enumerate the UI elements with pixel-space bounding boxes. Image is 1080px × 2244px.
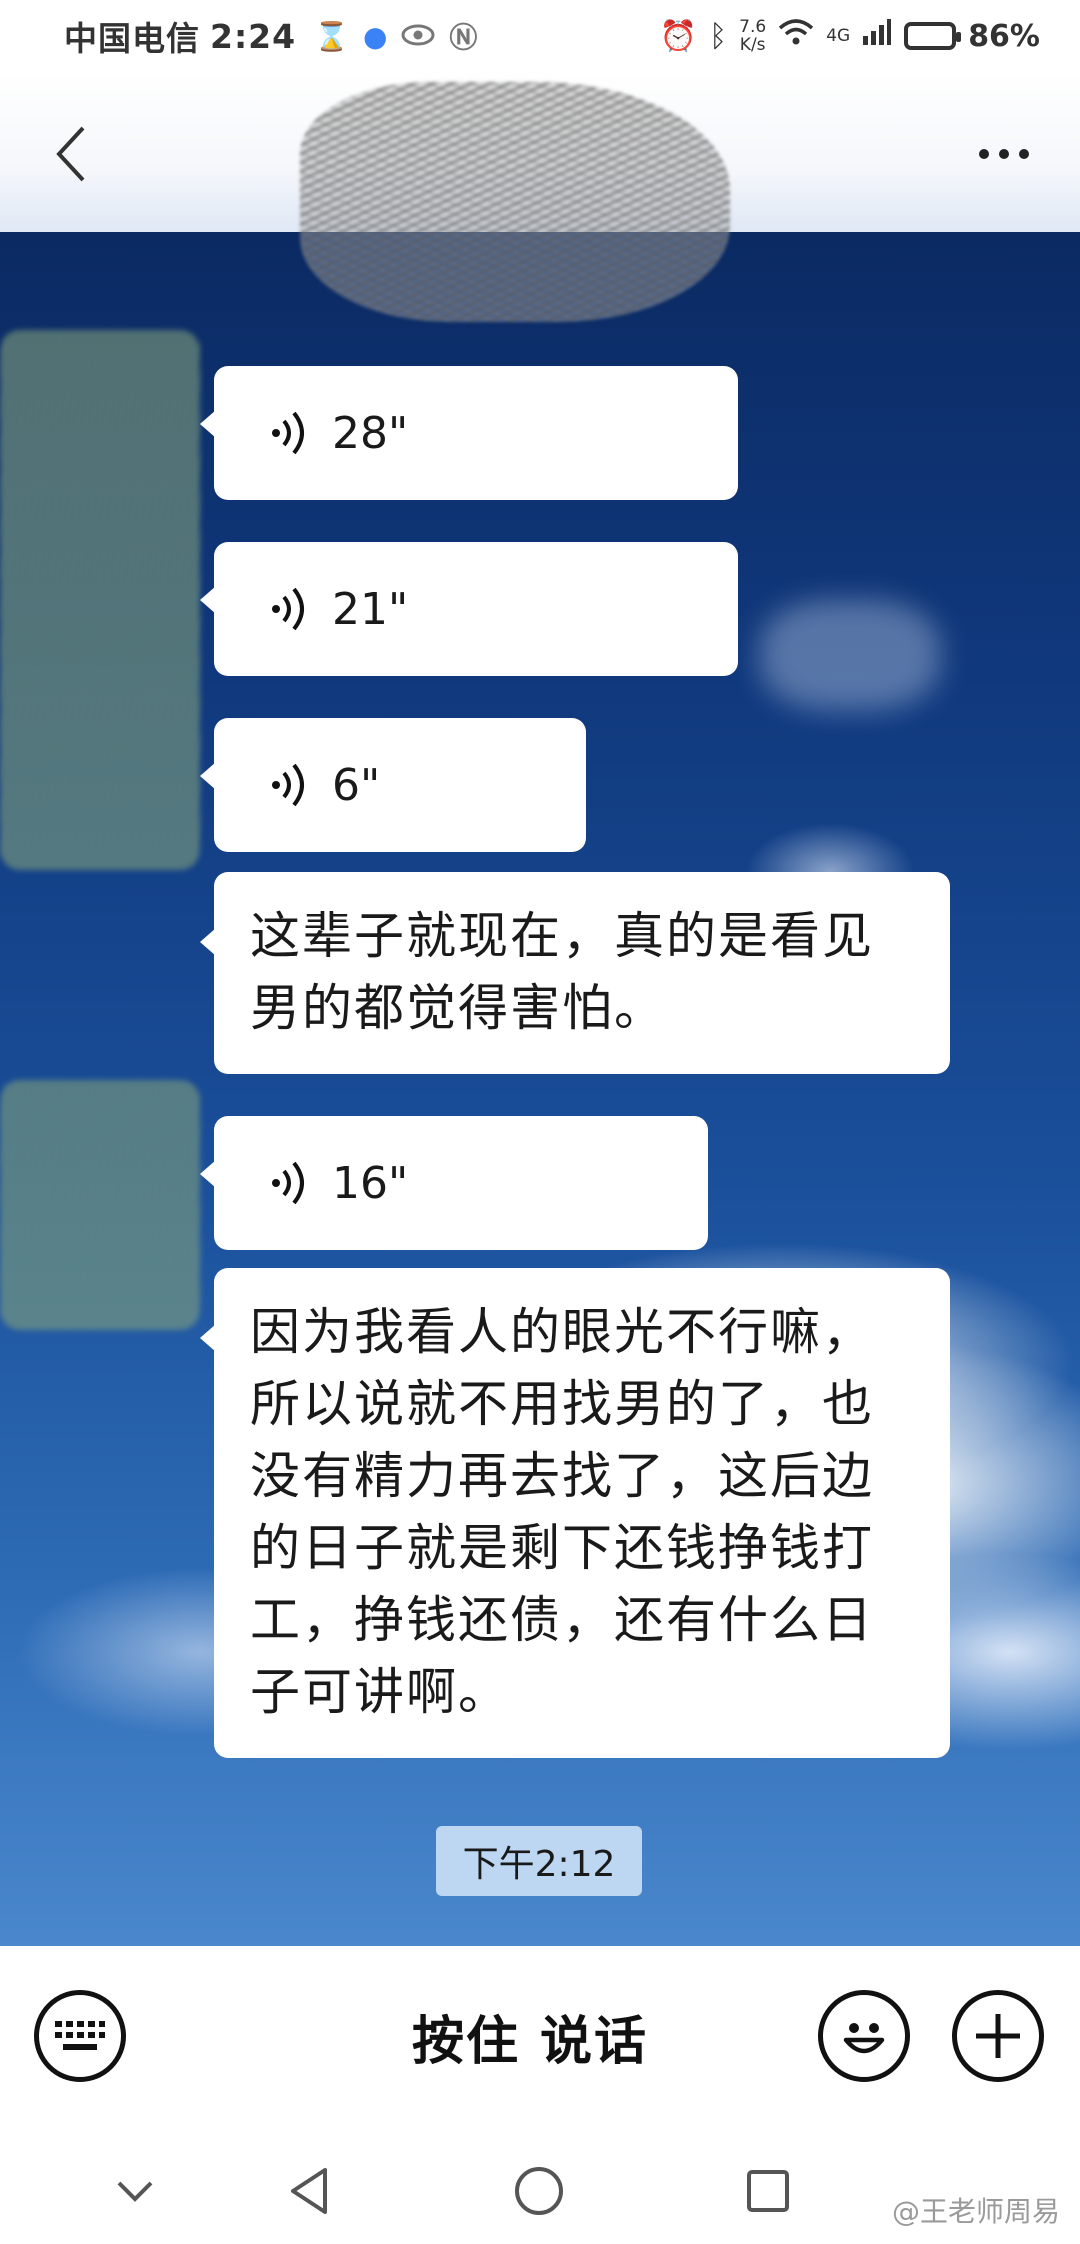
wifi-icon bbox=[778, 18, 814, 54]
add-attachment-button[interactable] bbox=[952, 1990, 1044, 2082]
more-dot bbox=[1019, 149, 1029, 159]
message-line: 没有精力再去找了，这后边 bbox=[250, 1447, 874, 1505]
alarm-icon: ⏰ bbox=[659, 18, 698, 54]
chevron-left-icon bbox=[56, 126, 85, 182]
voice-duration: 16" bbox=[332, 1157, 409, 1209]
status-time: 2:24 bbox=[210, 16, 297, 56]
message-line: 工，挣钱还债，还有什么日 bbox=[250, 1591, 874, 1649]
voice-duration: 6" bbox=[332, 759, 381, 811]
battery-icon bbox=[904, 22, 962, 50]
more-options-button[interactable] bbox=[964, 124, 1044, 184]
more-dot bbox=[999, 149, 1009, 159]
message-line: 所以说就不用找男的了，也 bbox=[250, 1375, 874, 1433]
voice-wave-icon bbox=[272, 411, 304, 455]
signal-strength-icon bbox=[862, 18, 892, 54]
message-line: 因为我看人的眼光不行嘛， bbox=[250, 1303, 874, 1361]
battery-percent: 86% bbox=[968, 18, 1040, 54]
status-bar: 中国电信 2:24 ⌛ ● Ⓝ ⏰ ᛒ 7.6 K/s 4G 86% bbox=[0, 0, 1080, 72]
voice-duration: 21" bbox=[332, 583, 409, 635]
text-message[interactable]: 这辈子就现在，真的是看见 男的都觉得害怕。 bbox=[200, 872, 950, 1074]
message-line: 男的都觉得害怕。 bbox=[250, 979, 666, 1037]
circle-home-icon bbox=[515, 2167, 563, 2215]
status-notification-icons: ⌛ ● Ⓝ bbox=[314, 16, 477, 56]
back-button[interactable] bbox=[40, 114, 100, 194]
voice-wave-icon bbox=[272, 587, 304, 631]
system-nav-bar: @王老师周易 bbox=[0, 2126, 1080, 2244]
voice-message[interactable]: 21" bbox=[200, 542, 738, 676]
square-recents-icon bbox=[747, 2170, 789, 2212]
nav-recents-button[interactable] bbox=[733, 2156, 803, 2226]
chat-header bbox=[0, 72, 1080, 322]
carrier-name: 中国电信 bbox=[64, 19, 200, 58]
nav-back-button[interactable] bbox=[274, 2156, 344, 2226]
message-line: 的日子就是剩下还钱挣钱打 bbox=[250, 1519, 874, 1577]
keyboard-toggle-button[interactable] bbox=[34, 1990, 126, 2082]
voice-message[interactable]: 6" bbox=[200, 718, 586, 852]
redacted-avatar bbox=[0, 330, 200, 870]
eye-icon bbox=[401, 20, 435, 53]
hold-to-talk-button[interactable]: 按住 说话 bbox=[240, 1946, 820, 2126]
voice-wave-icon bbox=[272, 1161, 304, 1205]
voice-message[interactable]: 16" bbox=[200, 1116, 708, 1250]
input-bar: 按住 说话 bbox=[0, 1946, 1080, 2126]
emoji-button[interactable] bbox=[818, 1990, 910, 2082]
nfc-icon: Ⓝ bbox=[449, 21, 478, 54]
network-speed-value: 7.6 bbox=[739, 17, 767, 37]
smiley-icon bbox=[843, 2023, 885, 2054]
chevron-down-icon bbox=[117, 2181, 153, 2202]
status-system-icons: ⏰ ᛒ 7.6 K/s 4G 86% bbox=[660, 18, 1040, 54]
voice-wave-icon bbox=[272, 763, 304, 807]
message-line: 这辈子就现在，真的是看见 bbox=[250, 907, 874, 965]
message-timestamp: 下午2:12 bbox=[436, 1826, 642, 1896]
voice-duration: 28" bbox=[332, 407, 409, 459]
hourglass-icon: ⌛ bbox=[314, 19, 349, 53]
redacted-avatar bbox=[0, 1080, 200, 1330]
nav-home-button[interactable] bbox=[504, 2156, 574, 2226]
text-message[interactable]: 因为我看人的眼光不行嘛， 所以说就不用找男的了，也 没有精力再去找了，这后边 的… bbox=[200, 1268, 950, 1758]
bluetooth-icon: ᛒ bbox=[709, 18, 728, 54]
signal-type: 4G bbox=[826, 26, 851, 46]
network-speed-unit: K/s bbox=[739, 35, 766, 55]
network-speed: 7.6 K/s bbox=[739, 18, 766, 54]
globe-icon: ● bbox=[362, 19, 388, 53]
nav-hide-button[interactable] bbox=[100, 2156, 170, 2226]
watermark: @王老师周易 bbox=[891, 2195, 1060, 2228]
keyboard-icon bbox=[55, 2021, 105, 2050]
voice-message[interactable]: 28" bbox=[200, 366, 738, 500]
cloud-decoration bbox=[760, 600, 940, 710]
plus-icon bbox=[976, 2014, 1020, 2058]
redacted-contact-name bbox=[300, 82, 730, 322]
triangle-back-icon bbox=[291, 2168, 327, 2214]
more-dot bbox=[979, 149, 989, 159]
message-line: 子可讲啊。 bbox=[250, 1663, 510, 1721]
